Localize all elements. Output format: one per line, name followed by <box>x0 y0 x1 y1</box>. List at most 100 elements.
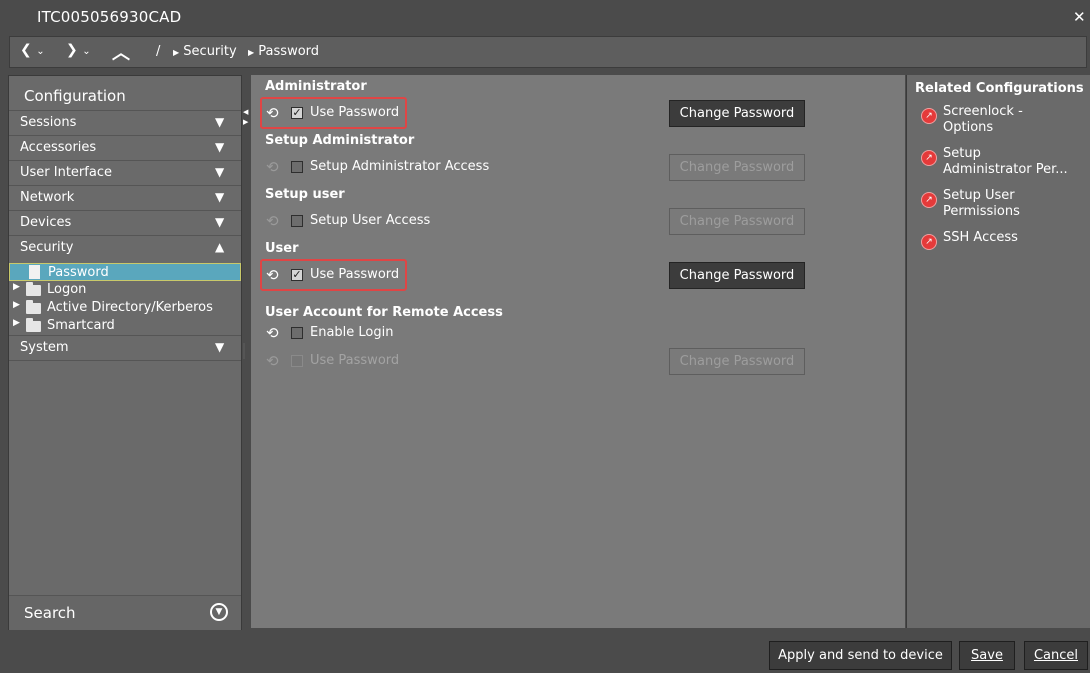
document-icon <box>29 265 40 279</box>
external-link-icon: ↗ <box>921 108 937 124</box>
collapse-left-icon[interactable]: ◀ <box>243 108 248 116</box>
triangle-down-icon: ▼ <box>215 215 225 229</box>
tree-item-label: Logon <box>47 282 87 297</box>
chevron-up-icon: ︿ <box>112 43 130 64</box>
configuration-header: Configuration <box>9 76 241 110</box>
reset-icon[interactable]: ⟲ <box>266 325 282 341</box>
checkbox-label[interactable]: Setup User Access <box>310 213 430 228</box>
related-link-label: Screenlock - Options <box>943 104 1023 135</box>
user-change-password-button[interactable]: Change Password <box>669 262 805 289</box>
sidebar-section-security[interactable]: Security ▲ <box>9 235 241 260</box>
chevron-down-icon: ⌄ <box>36 46 45 57</box>
triangle-down-icon: ▼ <box>215 190 225 204</box>
triangle-down-icon: ▼ <box>215 115 225 129</box>
group-title-remote-access: User Account for Remote Access <box>265 305 503 320</box>
related-title: Related Configurations <box>915 81 1084 96</box>
back-button[interactable]: ❮ ⌄ <box>20 42 45 62</box>
section-label: User Interface <box>20 165 112 180</box>
crumb-arrow-icon: ▶ <box>173 48 180 57</box>
title-bar: ITC005056930CAD ✕ <box>0 0 1090 34</box>
chevron-left-icon: ❮ <box>20 42 32 58</box>
breadcrumb-label: Password <box>258 44 320 59</box>
sidebar-section-accessories[interactable]: Accessories ▼ <box>9 135 241 160</box>
related-configurations-panel: Related Configurations ↗ Screenlock - Opt… <box>906 75 1090 628</box>
navigation-bar: ❮ ⌄ ❯ ⌄ ︿ / ▶ Security ▶ Password <box>9 36 1087 68</box>
administrator-change-password-button[interactable]: Change Password <box>669 100 805 127</box>
external-link-icon: ↗ <box>921 192 937 208</box>
sidebar-section-user-interface[interactable]: User Interface ▼ <box>9 160 241 185</box>
folder-icon <box>26 318 41 332</box>
crumb-arrow-icon: ▶ <box>248 48 255 57</box>
sidebar-section-network[interactable]: Network ▼ <box>9 185 241 210</box>
breadcrumb-label: Security <box>183 44 237 59</box>
related-link-label: SSH Access <box>943 230 1018 245</box>
external-link-icon: ↗ <box>921 150 937 166</box>
checkbox-label[interactable]: Setup Administrator Access <box>310 159 489 174</box>
triangle-down-icon: ▼ <box>215 340 225 354</box>
reset-icon[interactable]: ⟲ <box>266 105 282 121</box>
up-button[interactable]: ︿ <box>112 39 130 64</box>
tree-item-smartcard[interactable]: ▶ Smartcard <box>9 317 241 335</box>
section-label: System <box>20 340 69 355</box>
user-use-password-checkbox[interactable]: ✓ <box>291 269 303 281</box>
configuration-panel: Configuration Sessions ▼ Accessories ▼ U… <box>8 75 242 630</box>
expand-arrow-icon[interactable]: ▶ <box>13 318 20 328</box>
tree-item-logon[interactable]: ▶ Logon <box>9 281 241 299</box>
expand-search-icon[interactable]: ▼ <box>210 603 228 621</box>
breadcrumb-password[interactable]: ▶ Password <box>248 44 319 59</box>
cancel-button[interactable]: Cancel <box>1024 641 1088 670</box>
tree-item-label: Active Directory/Kerberos <box>47 300 213 315</box>
triangle-down-icon: ▼ <box>215 140 225 154</box>
folder-icon <box>26 300 41 314</box>
section-label: Security <box>20 240 74 255</box>
triangle-down-icon: ▼ <box>215 165 225 179</box>
breadcrumb-security[interactable]: ▶ Security <box>173 44 237 59</box>
reset-icon: ⟲ <box>266 212 279 230</box>
tree-item-password[interactable]: Password <box>9 263 241 281</box>
close-icon[interactable]: ✕ <box>1073 8 1086 26</box>
remote-use-password-checkbox[interactable] <box>291 355 303 367</box>
expand-arrow-icon[interactable]: ▶ <box>13 282 20 292</box>
related-link-label: Setup User Permissions <box>943 188 1020 219</box>
sidebar-section-sessions[interactable]: Sessions ▼ <box>9 110 241 135</box>
sidebar-section-devices[interactable]: Devices ▼ <box>9 210 241 235</box>
related-link-label: Setup Administrator Per... <box>943 146 1068 177</box>
group-title-setup-user: Setup user <box>265 187 345 202</box>
forward-button[interactable]: ❯ ⌄ <box>66 42 91 62</box>
group-title-administrator: Administrator <box>265 79 367 94</box>
apply-and-send-button[interactable]: Apply and send to device <box>769 641 952 670</box>
expand-arrow-icon[interactable]: ▶ <box>13 300 20 310</box>
remote-change-password-button[interactable]: Change Password <box>669 348 805 375</box>
setup-user-change-password-button[interactable]: Change Password <box>669 208 805 235</box>
checkbox-label[interactable]: Use Password <box>310 105 399 120</box>
tree-item-label: Password <box>48 265 109 280</box>
search-bar[interactable]: Search ▼ <box>9 595 241 630</box>
setup-administrator-access-checkbox[interactable] <box>291 161 303 173</box>
checkbox-label[interactable]: Use Password <box>310 353 399 368</box>
collapse-right-icon[interactable]: ▶ <box>243 118 248 126</box>
chevron-down-icon: ⌄ <box>82 46 91 57</box>
reset-icon[interactable]: ⟲ <box>266 267 282 283</box>
section-label: Sessions <box>20 115 77 130</box>
enable-login-checkbox[interactable] <box>291 327 303 339</box>
window-title: ITC005056930CAD <box>37 8 182 26</box>
checkbox-label[interactable]: Enable Login <box>310 325 393 340</box>
triangle-up-icon: ▲ <box>215 240 225 254</box>
tree-item-active-directory[interactable]: ▶ Active Directory/Kerberos <box>9 299 241 317</box>
section-label: Network <box>20 190 75 205</box>
setup-administrator-change-password-button[interactable]: Change Password <box>669 154 805 181</box>
configuration-title: Configuration <box>24 87 126 105</box>
splitter-handle[interactable] <box>243 343 245 359</box>
sidebar-section-system[interactable]: System ▼ <box>9 335 241 361</box>
group-title-setup-administrator: Setup Administrator <box>265 133 415 148</box>
panel-splitter[interactable]: ◀ ▶ <box>242 75 250 628</box>
section-label: Devices <box>20 215 72 230</box>
search-label: Search <box>24 604 76 622</box>
password-settings-panel: Administrator ⟲ ✓ Use Password Change Pa… <box>251 75 905 628</box>
breadcrumb-root[interactable]: / <box>156 44 160 59</box>
administrator-use-password-checkbox[interactable]: ✓ <box>291 107 303 119</box>
checkbox-label[interactable]: Use Password <box>310 267 399 282</box>
reset-icon: ⟲ <box>266 158 279 176</box>
save-button[interactable]: Save <box>959 641 1015 670</box>
setup-user-access-checkbox[interactable] <box>291 215 303 227</box>
